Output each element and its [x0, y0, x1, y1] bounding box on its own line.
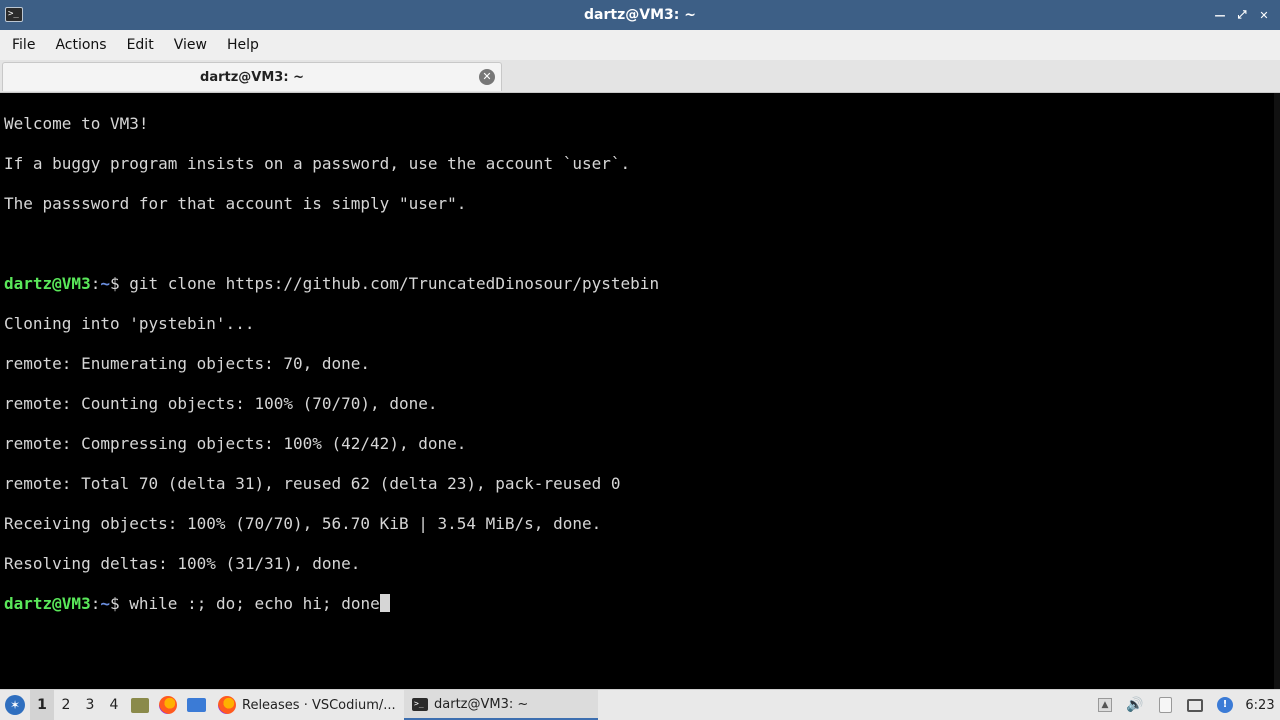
task-firefox[interactable]: Releases · VSCodium/... [210, 690, 404, 720]
terminal-line: If a buggy program insists on a password… [4, 154, 631, 173]
terminal-icon[interactable]: >_ [5, 7, 23, 22]
start-menu-button[interactable]: ✶ [0, 690, 30, 720]
firefox-launcher[interactable] [154, 690, 182, 720]
window-titlebar[interactable]: >_ dartz@VM3: ~ — ⤢ ✕ [0, 0, 1280, 30]
update-notifier-button[interactable]: ! [1210, 690, 1240, 720]
terminal-line: Resolving deltas: 100% (31/31), done. [4, 554, 361, 573]
prompt-symbol: $ [109, 594, 120, 613]
file-manager-icon [131, 697, 149, 713]
prompt-user: dartz@VM3 [4, 594, 91, 613]
terminal-line: Cloning into 'pystebin'... [4, 314, 255, 333]
firefox-icon [218, 696, 236, 714]
tab-label: dartz@VM3: ~ [200, 69, 304, 85]
clipboard-icon [1158, 697, 1172, 713]
terminal-line: remote: Compressing objects: 100% (42/42… [4, 434, 467, 453]
tab-terminal[interactable]: dartz@VM3: ~ ✕ [2, 62, 502, 91]
desktop-2-button[interactable]: 2 [54, 690, 78, 720]
terminal-icon: >_ [412, 697, 428, 711]
network-button[interactable] [1180, 690, 1210, 720]
menu-actions[interactable]: Actions [47, 37, 114, 53]
prompt-line: dartz@VM3:~$ while :; do; echo hi; done [4, 594, 1276, 614]
tray-expand-icon: ▲ [1098, 698, 1112, 712]
minimize-icon[interactable]: — [1212, 7, 1228, 23]
task-terminal[interactable]: >_ dartz@VM3: ~ [404, 690, 598, 720]
prompt-line: dartz@VM3:~$ git clone https://github.co… [4, 274, 660, 293]
tab-bar: dartz@VM3: ~ ✕ [0, 60, 1280, 93]
terminal-scrollbar[interactable] [1274, 93, 1280, 689]
close-circle-icon[interactable]: ✕ [479, 69, 495, 85]
menu-bar: File Actions Edit View Help [0, 30, 1280, 60]
command-input[interactable]: while :; do; echo hi; done [129, 594, 379, 613]
terminal-line: remote: Counting objects: 100% (70/70), … [4, 394, 438, 413]
file-manager-launcher[interactable] [126, 690, 154, 720]
network-icon [1187, 698, 1203, 712]
lxqt-menu-icon: ✶ [5, 695, 25, 715]
volume-button[interactable]: 🔊 [1120, 690, 1150, 720]
terminal-line: remote: Enumerating objects: 70, done. [4, 354, 371, 373]
terminal-line: The passsword for that account is simply… [4, 194, 467, 213]
text-cursor [379, 594, 390, 612]
maximize-icon[interactable]: ⤢ [1234, 7, 1250, 23]
prompt-symbol: $ [109, 274, 120, 293]
tray-expand-button[interactable]: ▲ [1090, 690, 1120, 720]
desktop-3-button[interactable]: 3 [78, 690, 102, 720]
show-desktop-button[interactable] [182, 690, 210, 720]
taskbar: ✶ 1 2 3 4 Releases · VSCodium/... >_ dar… [0, 689, 1280, 720]
update-notifier-icon: ! [1217, 697, 1233, 713]
command-text: git clone https://github.com/TruncatedDi… [129, 274, 660, 293]
prompt-path: ~ [100, 274, 110, 293]
desktop-1-button[interactable]: 1 [30, 690, 54, 720]
prompt-user: dartz@VM3 [4, 274, 91, 293]
terminal-line: Receiving objects: 100% (70/70), 56.70 K… [4, 514, 602, 533]
prompt-path: ~ [100, 594, 110, 613]
terminal-line: Welcome to VM3! [4, 114, 149, 133]
window-controls: — ⤢ ✕ [1212, 0, 1272, 30]
clipboard-button[interactable] [1150, 690, 1180, 720]
menu-view[interactable]: View [166, 37, 215, 53]
show-desktop-icon [186, 698, 206, 712]
task-label: dartz@VM3: ~ [434, 696, 529, 712]
menu-edit[interactable]: Edit [119, 37, 162, 53]
terminal-line: remote: Total 70 (delta 31), reused 62 (… [4, 474, 621, 493]
menu-help[interactable]: Help [219, 37, 267, 53]
firefox-icon [159, 696, 177, 714]
terminal-output[interactable]: Welcome to VM3! If a buggy program insis… [0, 93, 1280, 689]
close-icon[interactable]: ✕ [1256, 7, 1272, 23]
volume-icon: 🔊 [1126, 697, 1144, 713]
window-title: dartz@VM3: ~ [584, 7, 696, 23]
clock[interactable]: 6:23 [1240, 698, 1280, 713]
desktop-4-button[interactable]: 4 [102, 690, 126, 720]
task-label: Releases · VSCodium/... [242, 697, 396, 713]
menu-file[interactable]: File [4, 37, 43, 53]
system-tray: ▲ 🔊 ! 6:23 [1090, 690, 1280, 720]
